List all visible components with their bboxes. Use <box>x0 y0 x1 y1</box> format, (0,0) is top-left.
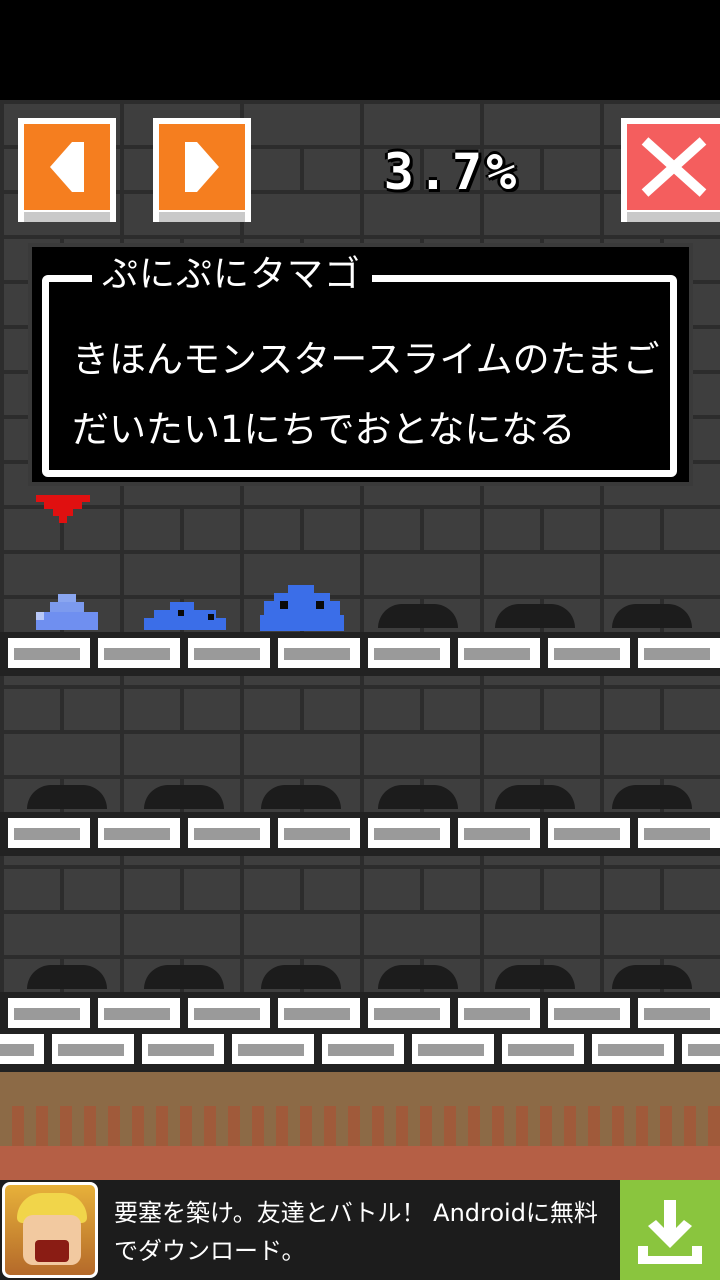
prev-button[interactable] <box>18 118 116 222</box>
empty-slot <box>378 785 458 809</box>
stone-ledge <box>0 812 720 856</box>
empty-slot <box>495 965 575 989</box>
progress-percent: 3.7% <box>383 143 521 201</box>
description-dialog: ぷにぷにタマゴ きほんモンスタースライムのたまご だいたい1にちでおとなになる <box>28 243 693 486</box>
empty-slot <box>27 785 107 809</box>
dialog-description-line: だいたい1にちでおとなになる <box>72 408 576 451</box>
empty-slot <box>261 965 341 989</box>
dirt-ground <box>0 1072 720 1180</box>
empty-slot <box>495 604 575 628</box>
dialog-description-line: きほんモンスタースライムのたまご <box>72 338 660 381</box>
empty-slot <box>378 965 458 989</box>
right-arrow-icon <box>197 142 219 192</box>
empty-slot <box>495 785 575 809</box>
empty-slot <box>261 785 341 809</box>
ad-text[interactable]: 要塞を築け。友達とバトル！ Androidに無料でダウンロード。 <box>114 1194 604 1270</box>
empty-slot <box>612 785 692 809</box>
close-button[interactable] <box>621 118 720 222</box>
selection-marker-icon <box>36 495 90 523</box>
empty-slot <box>612 604 692 628</box>
stone-ledge <box>0 632 720 676</box>
empty-slot <box>144 785 224 809</box>
ad-download-button[interactable] <box>620 1180 720 1280</box>
blue-slime[interactable] <box>260 585 344 631</box>
empty-slot <box>612 965 692 989</box>
ad-app-icon[interactable] <box>2 1182 98 1278</box>
next-button[interactable] <box>153 118 251 222</box>
left-arrow-icon <box>50 142 72 192</box>
stone-ledge <box>0 992 720 1072</box>
baby-slime[interactable] <box>144 602 226 630</box>
egg-slime[interactable] <box>36 594 100 630</box>
download-icon <box>638 1200 702 1264</box>
empty-slot <box>27 965 107 989</box>
empty-slot <box>144 965 224 989</box>
top-black-bar <box>0 0 720 100</box>
empty-slot <box>378 604 458 628</box>
dialog-title: ぷにぷにタマゴ <box>102 254 362 295</box>
ad-banner[interactable]: 要塞を築け。友達とバトル！ Androidに無料でダウンロード。 <box>0 1180 720 1280</box>
